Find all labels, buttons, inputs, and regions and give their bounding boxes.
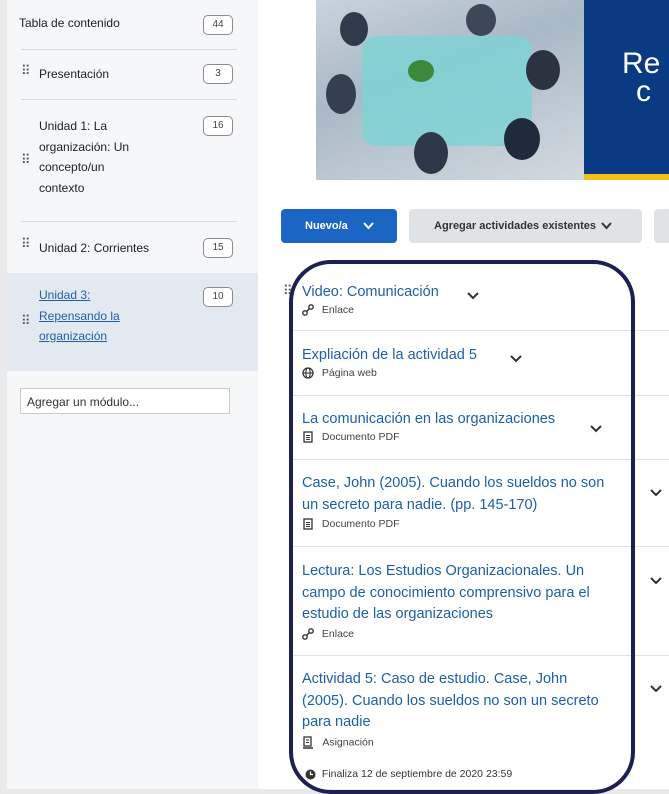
chevron-down-icon[interactable] — [649, 573, 663, 591]
chevron-down-icon[interactable] — [649, 485, 663, 503]
sidebar-item-unidad-2[interactable]: ⠿ Unidad 2: Corrientes 15 — [7, 233, 251, 261]
add-module-input[interactable]: Agregar un módulo... — [20, 388, 230, 414]
sidebar: Tabla de contenido 44 ⠿ Presentación 3 ⠿… — [7, 0, 258, 789]
drag-handle-icon[interactable]: ⠿ — [21, 313, 30, 329]
sidebar-item-presentacion[interactable]: ⠿ Presentación 3 — [7, 60, 251, 88]
sidebar-item-unidad-1[interactable]: ⠿ Unidad 1: La organización: Un concepto… — [7, 112, 251, 212]
sidebar-item-label: Unidad 2: Corrientes — [39, 241, 150, 255]
sidebar-item-label: Unidad 1: La organización: Un concepto/u… — [39, 119, 130, 195]
highlight-outline — [289, 260, 635, 794]
count-badge: 3 — [203, 64, 233, 84]
chevron-down-icon — [601, 209, 612, 258]
sidebar-item-label: Unidad 3: Repensando la organización — [39, 288, 120, 343]
sidebar-item-toc[interactable]: Tabla de contenido 44 — [7, 12, 251, 36]
count-badge: 15 — [203, 238, 233, 258]
sidebar-item-unidad-3[interactable]: ⠿ Unidad 3: Repensando la organización 1… — [7, 273, 258, 371]
chevron-down-icon — [363, 209, 374, 258]
count-badge: 44 — [203, 15, 233, 35]
banner-accent-line — [584, 174, 669, 180]
more-actions-button[interactable] — [654, 209, 669, 243]
banner-title-panel: Re c — [584, 0, 669, 180]
banner-text: Re c — [622, 47, 661, 108]
count-badge: 16 — [203, 116, 233, 136]
divider — [21, 99, 237, 100]
page: Tabla de contenido 44 ⠿ Presentación 3 ⠿… — [0, 0, 669, 794]
banner-photo — [316, 0, 584, 180]
divider — [21, 49, 237, 50]
new-button[interactable]: Nuevo/a — [281, 209, 397, 243]
sidebar-item-label: Tabla de contenido — [19, 16, 120, 30]
drag-handle-icon[interactable]: ⠿ — [21, 63, 30, 79]
chevron-down-icon[interactable] — [649, 681, 663, 699]
course-banner: Re c — [316, 0, 669, 180]
sidebar-item-label: Presentación — [39, 67, 110, 81]
drag-handle-icon[interactable]: ⠿ — [21, 152, 30, 168]
count-badge: 10 — [203, 287, 233, 307]
add-existing-activities-button[interactable]: Agregar actividades existentes — [409, 209, 642, 243]
drag-handle-icon[interactable]: ⠿ — [21, 236, 30, 252]
divider — [21, 221, 237, 222]
